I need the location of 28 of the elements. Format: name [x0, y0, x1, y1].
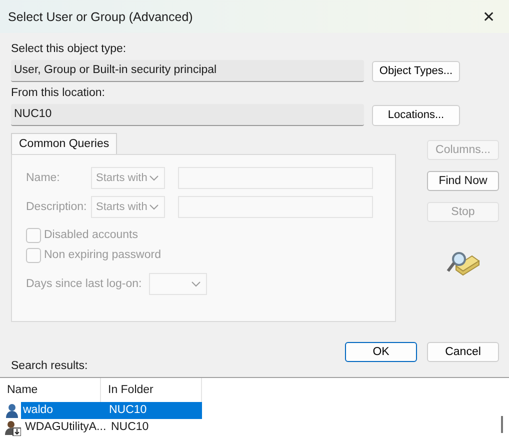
- chevron-icon: [149, 204, 159, 210]
- result-row[interactable]: WDAGUtilityA... NUC10: [23, 419, 204, 436]
- location-field: NUC10: [11, 104, 364, 126]
- checkbox-label: Non expiring password: [44, 249, 161, 261]
- search-icon: [446, 250, 480, 276]
- locations-button[interactable]: Locations...: [372, 104, 460, 126]
- side-button[interactable]: Find Now: [427, 171, 499, 191]
- close-button[interactable]: ✕: [469, 0, 509, 33]
- result-row[interactable]: waldo NUC10: [21, 402, 202, 419]
- chevron-icon: [149, 175, 159, 181]
- window-title: Select User or Group (Advanced): [8, 10, 193, 24]
- cancel-button[interactable]: Cancel: [427, 342, 499, 362]
- object-types-button[interactable]: Object Types...: [372, 60, 460, 82]
- scrollbar-thumb[interactable]: [501, 416, 503, 433]
- query-label: Description:: [26, 201, 88, 213]
- search-results-label: Search results:: [11, 359, 89, 374]
- query-label: Name:: [26, 172, 61, 184]
- days-label: Days since last log-on:: [26, 278, 142, 290]
- user-icon: [5, 403, 19, 418]
- user-icon: [5, 420, 21, 436]
- checkbox-label: Disabled accounts: [44, 229, 138, 241]
- chevron-icon: [190, 281, 201, 287]
- object-type-field: User, Group or Built-in security principal: [11, 60, 364, 82]
- ok-button[interactable]: OK: [345, 342, 417, 362]
- days-dropdown[interactable]: [148, 273, 207, 295]
- object-type-label: Select this object type:: [11, 42, 128, 57]
- query-tab[interactable]: Common Queries: [11, 133, 118, 154]
- location-label: From this location:: [11, 86, 106, 101]
